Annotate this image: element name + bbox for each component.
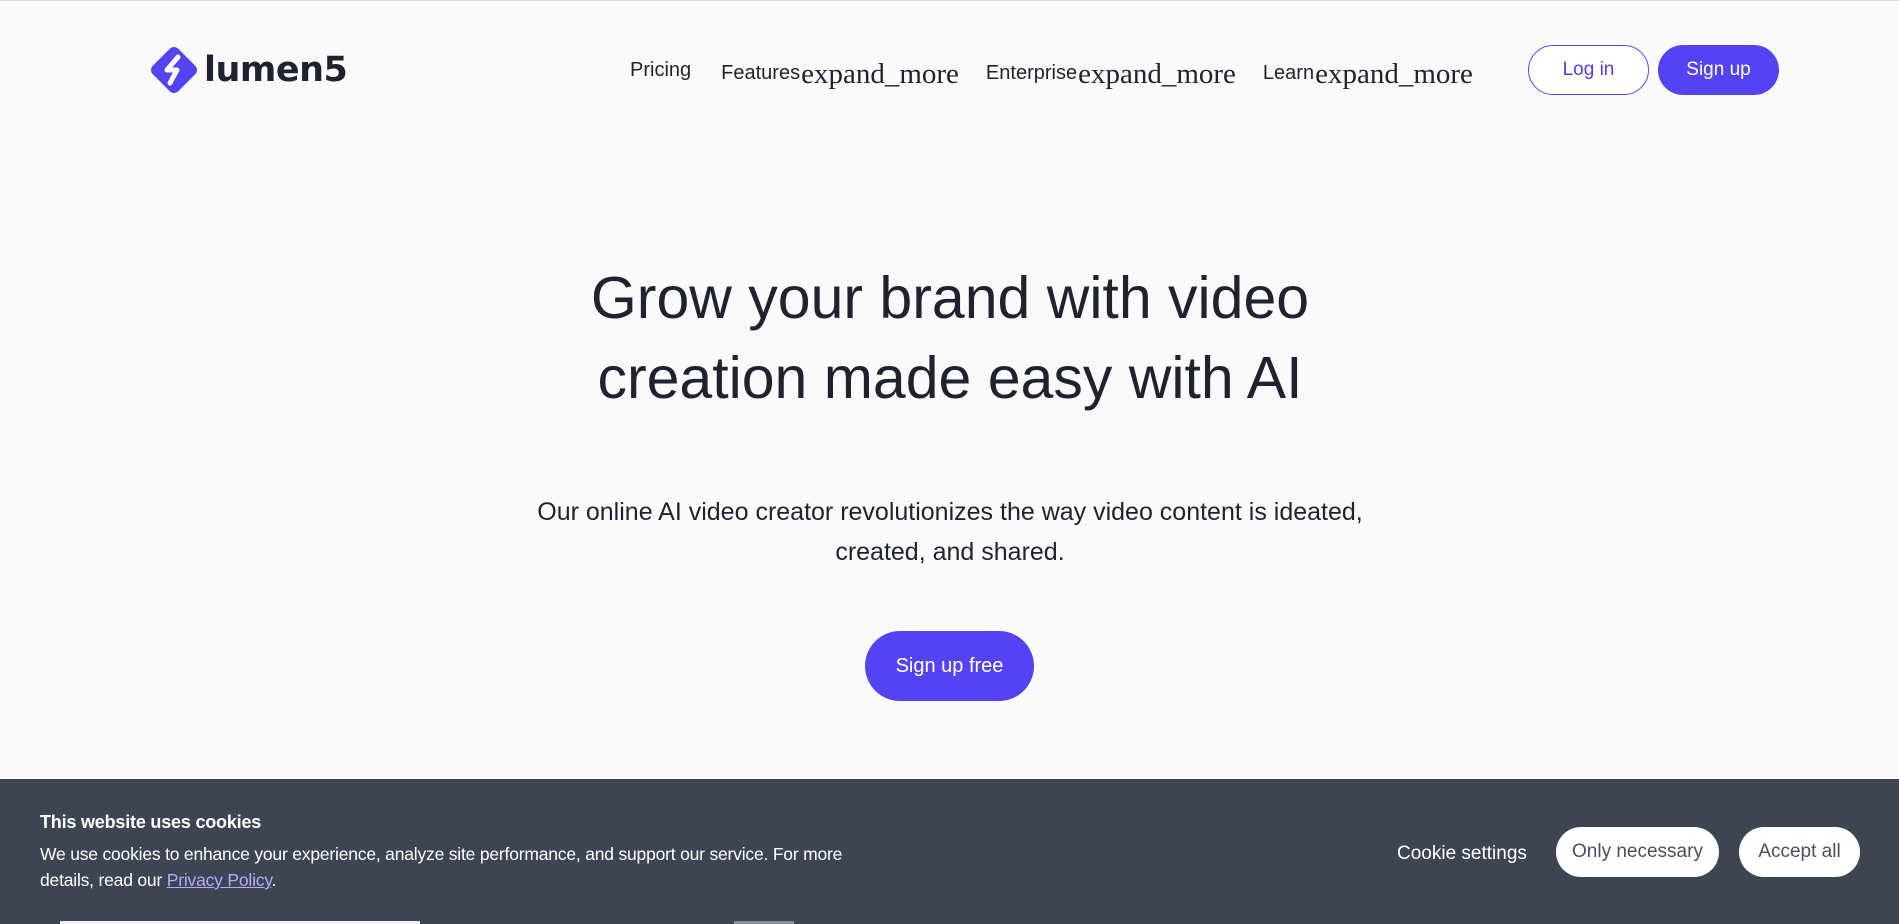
signup-free-button[interactable]: Sign up free — [865, 631, 1034, 701]
hero-subtitle-line-2: created, and shared. — [835, 538, 1065, 566]
nav-enterprise[interactable]: Enterprise expand_more — [985, 54, 1236, 90]
nav-learn-label: Learn — [1262, 61, 1315, 84]
only-necessary-button[interactable]: Only necessary — [1556, 827, 1719, 877]
hero-title-line-1: Grow your brand with video — [590, 265, 1310, 331]
nav-pricing[interactable]: Pricing — [630, 59, 691, 82]
cookie-settings-button[interactable]: Cookie settings — [1397, 839, 1527, 869]
logo-wordmark: lumen5 — [204, 49, 348, 90]
cookie-text-line-2-prefix: details, read our — [40, 870, 167, 890]
lumen5-logo-icon — [151, 47, 197, 93]
login-button[interactable]: Log in — [1528, 45, 1649, 95]
nav-features-label: Features — [721, 61, 801, 84]
hero-title-line-2: creation made easy with AI — [597, 345, 1303, 411]
nav-pricing-label: Pricing — [630, 58, 692, 81]
hero-subtitle-line-1: Our online AI video creator revolutioniz… — [537, 498, 1363, 526]
privacy-policy-link[interactable]: Privacy Policy — [167, 870, 272, 890]
expand-more-icon: expand_more — [1078, 57, 1236, 90]
hero-title: Grow your brand with video creation made… — [450, 258, 1450, 418]
cookie-text-line-1: We use cookies to enhance your experienc… — [40, 844, 843, 864]
cookie-banner: This website uses cookies We use cookies… — [0, 779, 1899, 924]
nav-enterprise-label: Enterprise — [985, 61, 1078, 84]
expand-more-icon: expand_more — [1315, 57, 1473, 90]
expand-more-icon: expand_more — [801, 57, 959, 90]
accept-all-button[interactable]: Accept all — [1739, 827, 1860, 877]
main-nav: Pricing Features expand_more Enterprise … — [630, 44, 1500, 96]
hero-subtitle: Our online AI video creator revolutioniz… — [450, 492, 1450, 572]
cookie-banner-text: We use cookies to enhance your experienc… — [40, 841, 920, 893]
nav-features[interactable]: Features expand_more — [721, 54, 959, 90]
signup-button[interactable]: Sign up — [1658, 45, 1779, 95]
cookie-text-line-2-suffix: . — [271, 870, 277, 890]
cookie-banner-title: This website uses cookies — [40, 812, 262, 832]
nav-learn[interactable]: Learn expand_more — [1262, 54, 1473, 90]
site-header: lumen5 Pricing Features expand_more Ente… — [0, 0, 1899, 140]
logo-link[interactable]: lumen5 — [148, 44, 348, 96]
